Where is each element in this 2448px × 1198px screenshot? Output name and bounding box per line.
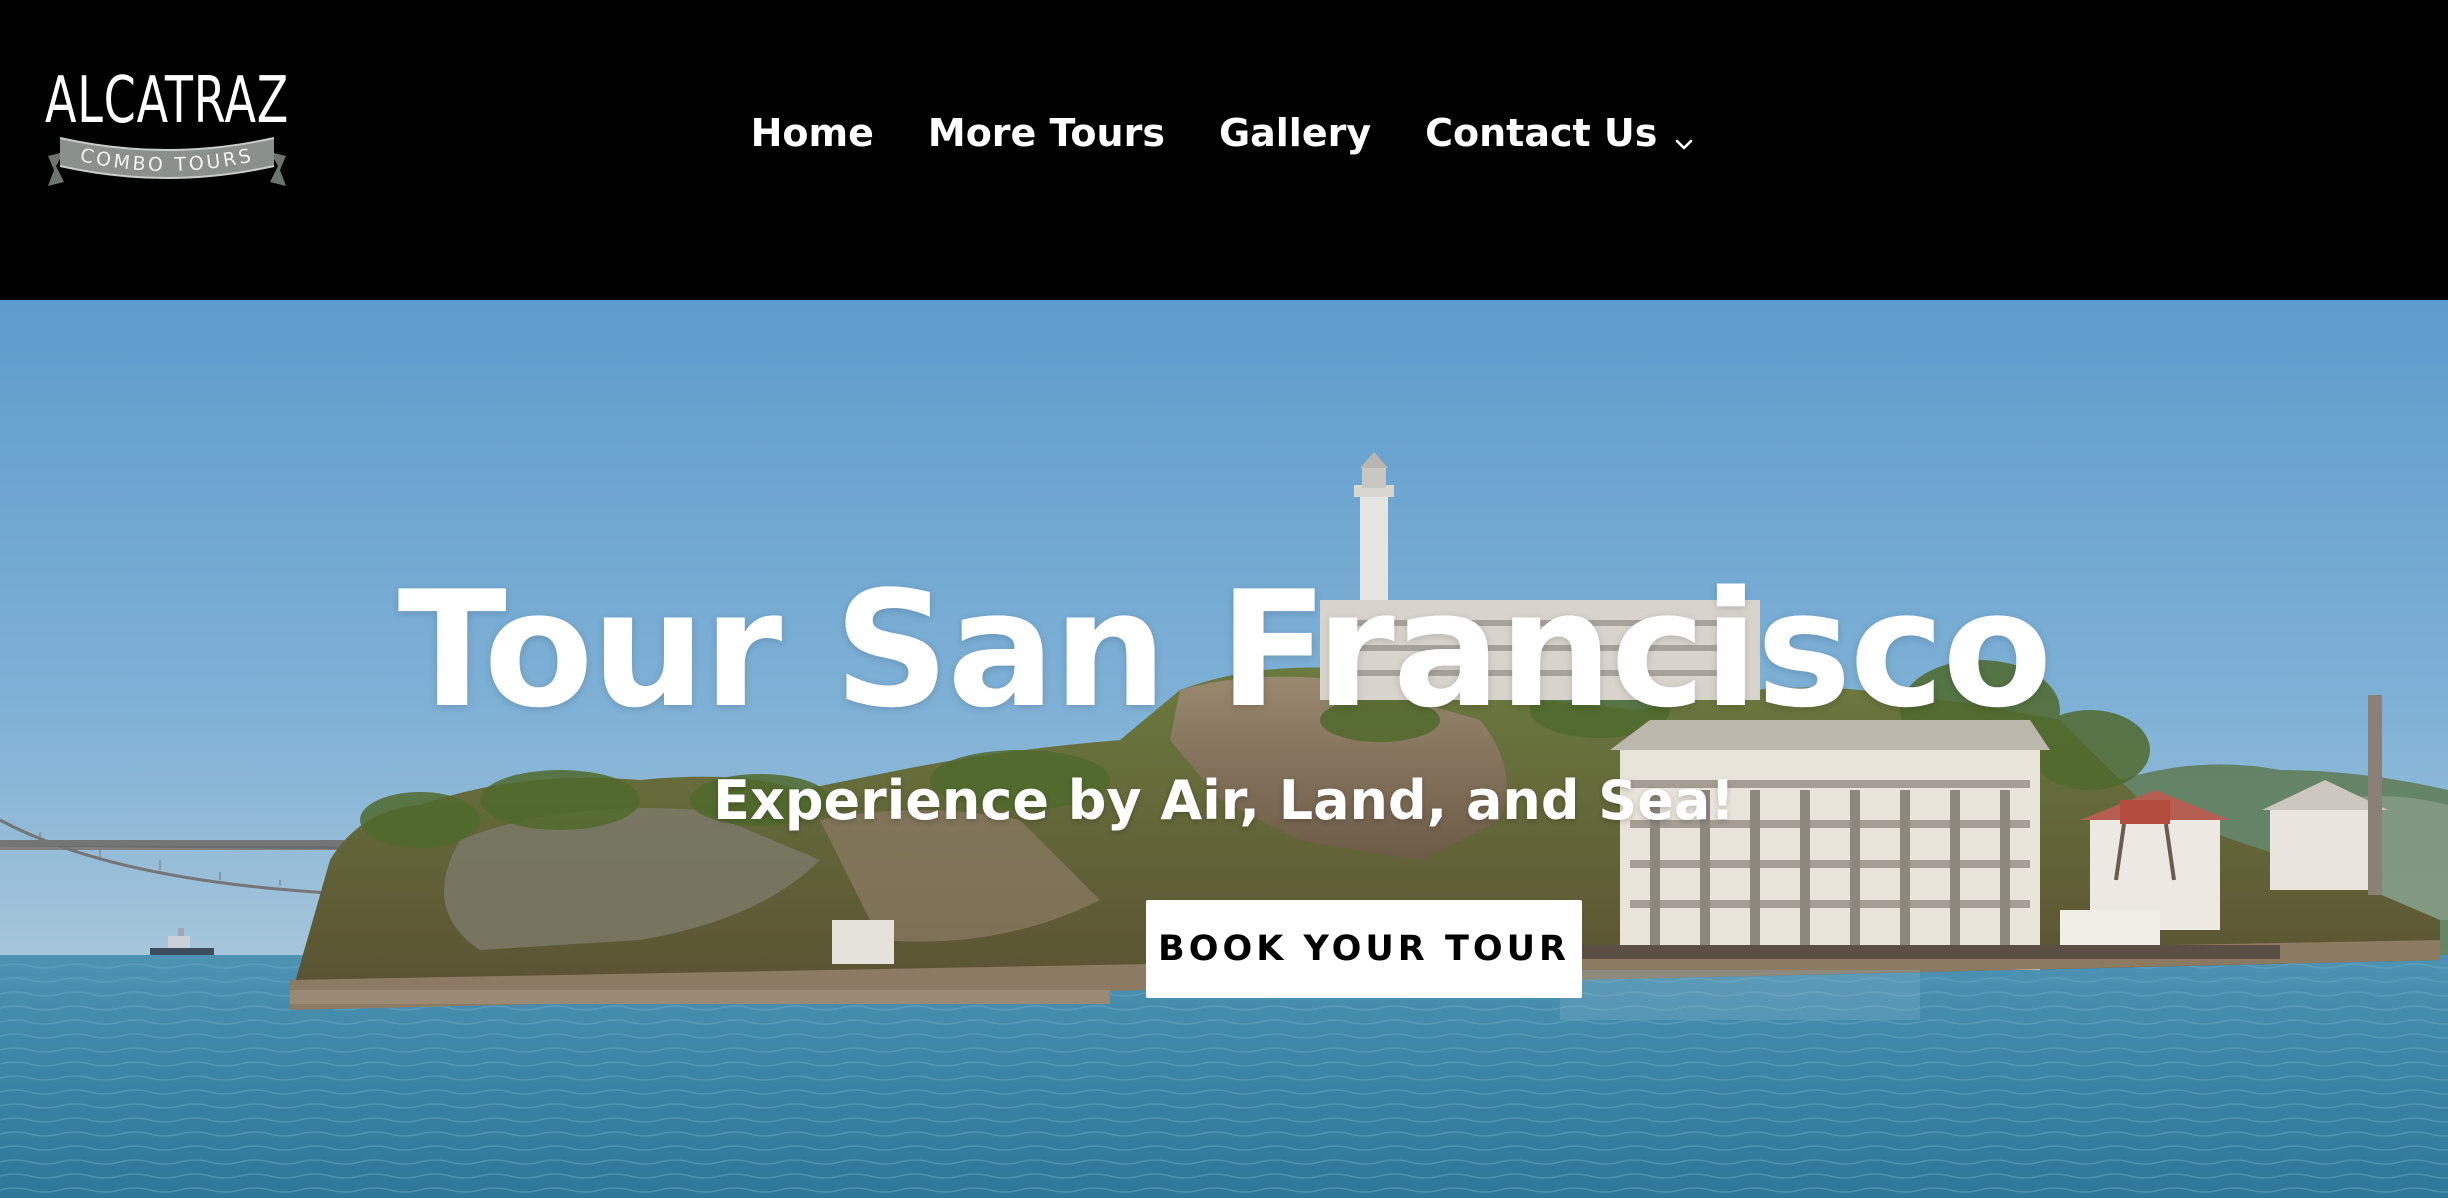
hero-title: Tour San Francisco bbox=[397, 556, 2053, 743]
nav-more-tours[interactable]: More Tours bbox=[928, 111, 1165, 155]
book-your-tour-button[interactable]: BOOK YOUR TOUR bbox=[1146, 900, 1582, 998]
main-nav: Home More Tours Gallery Contact Us bbox=[0, 100, 2448, 166]
hero-section: Tour San Francisco Experience by Air, La… bbox=[0, 300, 2448, 1198]
nav-home[interactable]: Home bbox=[751, 111, 874, 155]
nav-more-tours-label: More Tours bbox=[927, 111, 1165, 155]
chevron-down-icon[interactable] bbox=[1671, 122, 1697, 150]
nav-gallery-label: Gallery bbox=[1218, 111, 1372, 155]
site-header: ALCATRAZ COMBO TOURS Home More Tours Gal… bbox=[0, 0, 2448, 300]
hero-background-image bbox=[0, 300, 2448, 1198]
hero-subtitle: Experience by Air, Land, and Sea! bbox=[713, 769, 1735, 832]
nav-gallery[interactable]: Gallery bbox=[1219, 111, 1371, 155]
nav-home-label: Home bbox=[750, 111, 874, 155]
nav-contact-us-label: Contact Us bbox=[1425, 111, 1658, 155]
nav-contact-us[interactable]: Contact Us bbox=[1425, 111, 1697, 155]
